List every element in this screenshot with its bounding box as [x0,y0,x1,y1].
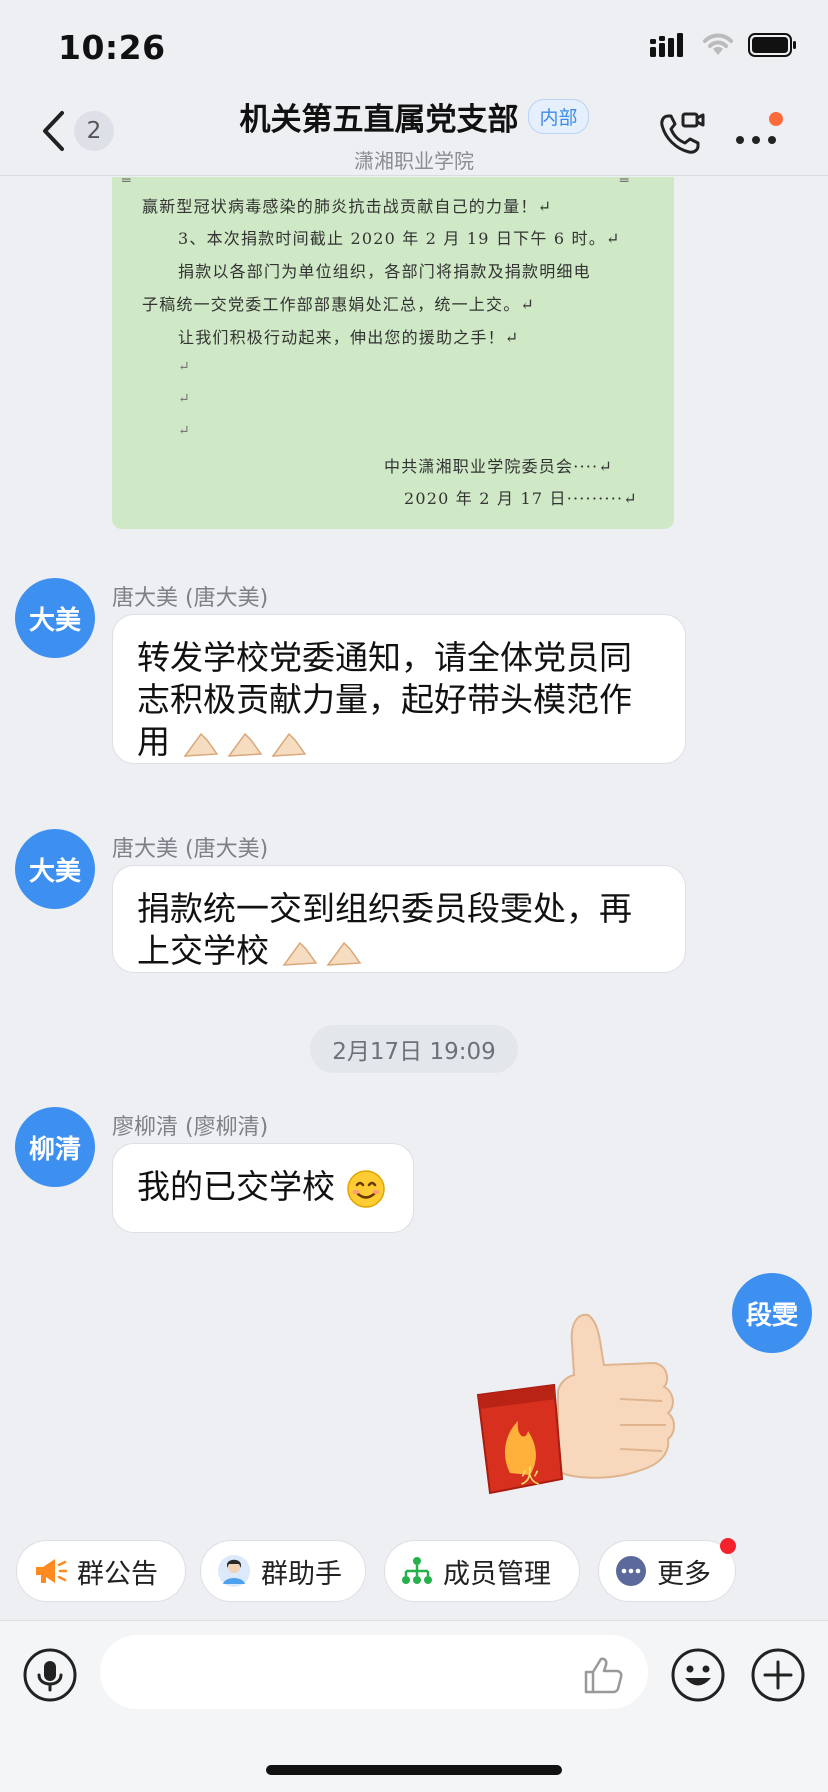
svg-text:火: 火 [520,1464,540,1488]
thumbs-up-icon[interactable] [582,1655,624,1695]
message-text: 捐款统一交到组织委员段雯处，再 [137,889,632,928]
video-call-icon[interactable] [656,108,706,158]
sender-name: 廖柳清 (廖柳清) [112,1115,269,1140]
status-bar: 10:26 [0,0,828,96]
group-title[interactable]: 机关第五直属党支部 [239,94,518,139]
doc-line: 3、本次捐款时间截止 2020 年 2 月 19 日下午 6 时。↵ [178,229,621,248]
org-tree-icon [402,1557,432,1584]
self-avatar[interactable]: 段雯 [732,1273,812,1353]
avatar[interactable]: 柳清 [15,1107,95,1187]
avatar[interactable]: 大美 [15,578,95,658]
emoji-picker-icon[interactable] [670,1647,726,1703]
status-time: 10:26 [58,28,166,67]
input-bar [0,1620,828,1792]
battery-icon [748,33,796,57]
voice-input-icon[interactable] [22,1647,78,1703]
message-text: 用 [137,722,170,761]
member-management-button[interactable]: 成员管理 [384,1540,580,1602]
quick-action-label: 更多 [657,1558,711,1590]
home-indicator[interactable] [266,1765,562,1775]
document-image-message[interactable]: ═ ═ 赢新型冠状病毒感染的肺炎抗击战贡献自己的力量！↵ 3、本次捐款时间截止 … [112,177,674,529]
quick-action-label: 成员管理 [443,1558,551,1590]
doc-paragraph-mark: ↵ [178,423,190,439]
pray-hands-emoji-icon [281,941,361,966]
pray-hands-emoji-icon [182,732,306,757]
doc-corner-mark: ═ [620,177,629,189]
status-icons [650,32,798,58]
megaphone-icon [36,1559,67,1583]
quick-actions-bar: 群公告 群助手 成员管理 更多 [0,1538,828,1606]
add-plus-icon[interactable] [750,1647,806,1703]
doc-line: 让我们积极行动起来，伸出您的援助之手！↵ [178,328,520,347]
doc-corner-mark: ═ [122,177,131,189]
group-assistant-button[interactable]: 群助手 [200,1540,366,1602]
thumbs-up-sticker-icon[interactable]: 火 [470,1303,690,1503]
timestamp-divider: 2月17日 19:09 [310,1025,518,1073]
more-dots-icon [616,1556,646,1586]
sender-name: 唐大美 (唐大美) [112,586,269,611]
avatar[interactable]: 大美 [15,829,95,909]
doc-signature: 中共潇湘职业学院委员会····↵ [384,457,613,476]
doc-paragraph-mark: ↵ [178,359,190,375]
quick-action-label: 群公告 [77,1558,158,1590]
assistant-icon [218,1555,250,1587]
sender-name: 唐大美 (唐大美) [112,837,269,862]
internal-badge: 内部 [528,99,589,134]
wifi-icon [703,33,733,55]
message-bubble[interactable]: 转发学校党委通知，请全体党员同 志积极贡献力量，起好带头模范作 用 [112,614,686,764]
message-text: 我的已交学校 [137,1167,335,1206]
quick-action-label: 群助手 [261,1558,342,1590]
message-text: 上交学校 [137,931,269,970]
doc-date: 2020 年 2 月 17 日·········↵ [404,489,638,508]
message-input[interactable] [100,1635,648,1709]
message-bubble[interactable]: 捐款统一交到组织委员段雯处，再 上交学校 [112,865,686,973]
smile-emoji-icon [346,1169,385,1208]
message-text: 志积极贡献力量，起好带头模范作 [137,680,632,719]
message-text: 转发学校党委通知，请全体党员同 [137,638,632,677]
message-bubble[interactable]: 我的已交学校 [112,1143,414,1233]
notification-dot [720,1538,736,1554]
doc-line: 捐款以各部门为单位组织，各部门将捐款及捐款明细电 [178,262,591,281]
signal-icon [650,33,683,57]
chat-header: 2 机关第五直属党支部 内部 潇湘职业学院 [0,84,828,176]
doc-line: 赢新型冠状病毒感染的肺炎抗击战贡献自己的力量！↵ [142,197,553,216]
more-button[interactable]: 更多 [598,1540,736,1602]
chat-message-list[interactable]: ═ ═ 赢新型冠状病毒感染的肺炎抗击战贡献自己的力量！↵ 3、本次捐款时间截止 … [0,177,828,1517]
more-options-icon[interactable] [732,110,790,156]
group-notice-button[interactable]: 群公告 [16,1540,186,1602]
doc-paragraph-mark: ↵ [178,391,190,407]
doc-line: 子稿统一交党委工作部部惠娟处汇总，统一上交。↵ [142,295,536,314]
